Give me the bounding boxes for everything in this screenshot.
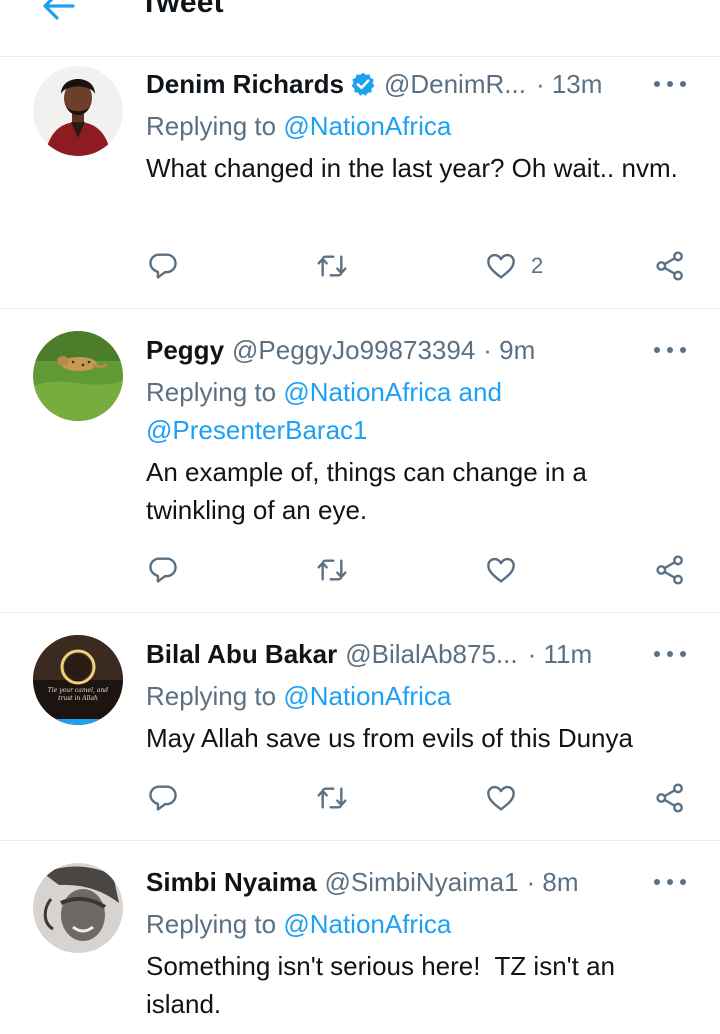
avatar[interactable]: Tie your camel, and trust in Allah xyxy=(33,635,123,725)
share-button[interactable] xyxy=(654,778,686,818)
like-button[interactable] xyxy=(485,550,531,590)
reply-icon xyxy=(149,557,177,583)
mention-link[interactable]: @NationAfrica xyxy=(283,909,451,939)
replying-to: Replying to @NationAfrica and @Presenter… xyxy=(146,373,680,449)
reply-button[interactable] xyxy=(147,246,179,286)
retweet-button[interactable] xyxy=(315,246,349,286)
mention-link[interactable]: @PresenterBarac1 xyxy=(146,411,680,449)
share-button[interactable] xyxy=(654,550,686,590)
more-options-button[interactable] xyxy=(654,72,686,96)
retweet-icon xyxy=(317,787,347,809)
more-icon xyxy=(654,347,660,353)
tweet-header: Simbi Nyaima @SimbiNyaima1 · 8m xyxy=(146,865,630,899)
verified-badge-icon xyxy=(350,71,376,97)
tweet-actions xyxy=(0,550,720,590)
like-count: 2 xyxy=(531,253,544,278)
mention-link[interactable]: @NationAfrica and xyxy=(283,377,502,407)
more-icon xyxy=(654,651,660,657)
share-icon xyxy=(656,555,683,585)
reply-button[interactable] xyxy=(147,550,179,590)
like-icon xyxy=(487,785,515,811)
back-arrow-icon xyxy=(43,0,75,20)
more-options-button[interactable] xyxy=(654,870,686,894)
display-name[interactable]: Bilal Abu Bakar xyxy=(146,639,337,670)
tweet-text: May Allah save us from evils of this Dun… xyxy=(146,723,633,753)
reply-icon xyxy=(149,253,177,279)
display-name[interactable]: Peggy xyxy=(146,335,224,366)
share-button[interactable] xyxy=(654,246,686,286)
share-icon xyxy=(656,251,683,281)
like-button[interactable] xyxy=(485,778,531,818)
replying-to: Replying to @NationAfrica xyxy=(146,909,452,939)
like-icon xyxy=(487,557,515,583)
tweet-actions xyxy=(0,778,720,818)
reply-button[interactable] xyxy=(147,778,179,818)
timestamp[interactable]: · 8m xyxy=(527,867,579,898)
page-title: Tweet xyxy=(140,0,224,19)
display-name[interactable]: Denim Richards xyxy=(146,69,344,100)
like-icon xyxy=(487,253,515,279)
display-name[interactable]: Simbi Nyaima xyxy=(146,867,317,898)
top-bar: Tweet xyxy=(0,0,720,57)
more-icon xyxy=(654,879,660,885)
replying-to: Replying to @NationAfrica xyxy=(146,681,452,711)
reply-icon xyxy=(149,785,177,811)
tweet-header: Denim Richards @DenimR... · 13m xyxy=(146,67,630,101)
avatar[interactable] xyxy=(33,863,123,953)
tweet[interactable]: Peggy @PeggyJo99873394 · 9m Replying to … xyxy=(0,309,720,613)
share-icon xyxy=(656,783,683,813)
user-handle[interactable]: @PeggyJo99873394 xyxy=(232,335,475,366)
timestamp[interactable]: · 13m xyxy=(536,69,602,100)
tweet-header: Bilal Abu Bakar @BilalAb875... · 11m xyxy=(146,637,630,671)
replying-to: Replying to @NationAfrica xyxy=(146,111,452,141)
timestamp[interactable]: · 11m xyxy=(528,639,593,670)
tweet[interactable]: Simbi Nyaima @SimbiNyaima1 · 8m Replying… xyxy=(0,841,720,1034)
mention-link[interactable]: @NationAfrica xyxy=(283,681,451,711)
retweet-icon xyxy=(317,559,347,581)
back-button[interactable] xyxy=(38,0,78,24)
user-handle[interactable]: @DenimR... xyxy=(384,69,526,100)
tweet-header: Peggy @PeggyJo99873394 · 9m xyxy=(146,333,630,367)
like-button[interactable]: 2 xyxy=(485,246,543,286)
retweet-button[interactable] xyxy=(315,778,349,818)
avatar[interactable] xyxy=(33,66,123,156)
avatar-caption: Tie your camel, and trust in Allah xyxy=(47,687,109,702)
more-icon xyxy=(654,81,660,87)
user-handle[interactable]: @BilalAb875... xyxy=(345,639,517,670)
tweet-text: Something isn't serious here! TZ isn't a… xyxy=(146,951,623,1019)
tweet-text: An example of, things can change in a tw… xyxy=(146,457,587,525)
user-handle[interactable]: @SimbiNyaima1 xyxy=(325,867,519,898)
avatar[interactable] xyxy=(33,331,123,421)
tweet[interactable]: Tie your camel, and trust in Allah Bilal… xyxy=(0,613,720,841)
tweet[interactable]: Denim Richards @DenimR... · 13m Replying… xyxy=(0,57,720,309)
timestamp[interactable]: · 9m xyxy=(483,335,535,366)
tweet-actions: 2 xyxy=(0,246,720,286)
retweet-button[interactable] xyxy=(315,550,349,590)
more-options-button[interactable] xyxy=(654,642,686,666)
mention-link[interactable]: @NationAfrica xyxy=(283,111,451,141)
more-options-button[interactable] xyxy=(654,338,686,362)
tweet-text: What changed in the last year? Oh wait..… xyxy=(146,153,678,183)
retweet-icon xyxy=(317,255,347,277)
